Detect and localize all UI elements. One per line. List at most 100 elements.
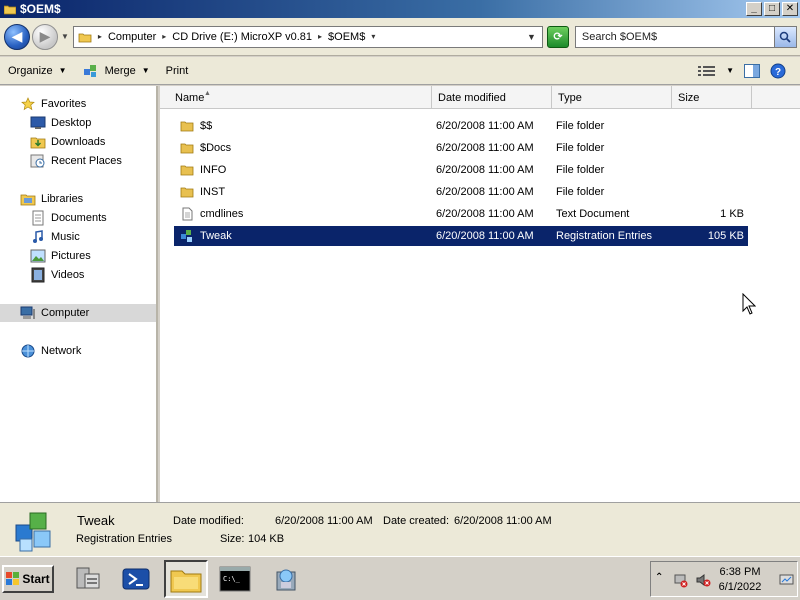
column-spacer — [752, 86, 800, 109]
column-size-label: Size — [678, 91, 700, 104]
nav-label: Libraries — [41, 193, 84, 205]
nav-videos[interactable]: Videos — [0, 266, 156, 284]
search-icon[interactable] — [773, 26, 796, 47]
column-size[interactable]: Size — [672, 86, 752, 109]
close-button[interactable]: ✕ — [782, 2, 798, 16]
file-row-tweak[interactable]: Tweak 6/20/2008 11:00 AM Registration En… — [174, 226, 748, 246]
taskbar: Start C:\_ ⌃ 6:38 PM 6/1/2022 — [0, 556, 800, 600]
file-date: 6/20/2008 11:00 AM — [436, 120, 534, 132]
file-row-info[interactable]: INFO 6/20/2008 11:00 AM File folder — [174, 160, 748, 180]
file-type: File folder — [556, 142, 605, 154]
pictures-icon — [30, 248, 46, 264]
show-hidden-icons-icon[interactable]: ⌃ — [655, 572, 663, 583]
taskbar-server-manager[interactable] — [66, 560, 110, 598]
nav-pictures[interactable]: Pictures — [0, 247, 156, 265]
folder-icon — [180, 165, 194, 176]
column-date-label: Date modified — [438, 91, 506, 104]
network-status-icon[interactable] — [673, 572, 689, 588]
taskbar-command-prompt[interactable]: C:\_ — [213, 560, 257, 598]
nav-label: Music — [51, 231, 80, 243]
file-row-$$[interactable]: $$ 6/20/2008 11:00 AM File folder — [174, 116, 748, 136]
nav-label: Documents — [51, 212, 107, 224]
nav-label: Pictures — [51, 250, 91, 262]
file-name: Tweak — [200, 230, 232, 242]
text-file-icon — [182, 207, 193, 221]
desktop-icon — [30, 115, 46, 131]
minimize-button[interactable]: _ — [746, 2, 762, 16]
help-icon[interactable]: ? — [770, 63, 786, 79]
back-button[interactable]: ◀ — [4, 23, 30, 50]
system-clock[interactable]: 6:38 PM 6/1/2022 — [704, 565, 776, 595]
recent-pages-dropdown-icon[interactable]: ▼ — [61, 32, 69, 41]
file-row-docs[interactable]: $Docs 6/20/2008 11:00 AM File folder — [174, 138, 748, 158]
organize-button[interactable]: Organize ▼ — [0, 57, 75, 84]
server-manager-icon — [76, 567, 100, 589]
breadcrumb-cd-drive[interactable]: CD Drive (E:) MicroXP v0.81 — [172, 31, 312, 43]
file-row-inst[interactable]: INST 6/20/2008 11:00 AM File folder — [174, 182, 748, 202]
details-created-label: Date created: — [383, 515, 450, 527]
breadcrumb-oem[interactable]: $OEM$ — [328, 31, 365, 43]
action-center-icon[interactable] — [779, 572, 795, 588]
views-icon[interactable] — [698, 65, 716, 77]
file-name: INST — [200, 186, 226, 198]
title-bar[interactable]: $OEM$ _ □ ✕ — [0, 0, 800, 18]
nav-label: Downloads — [51, 136, 106, 148]
start-button[interactable]: Start — [2, 565, 54, 593]
views-dropdown-icon[interactable]: ▼ — [726, 66, 734, 75]
search-input[interactable]: Search $OEM$ — [574, 25, 797, 48]
file-date: 6/20/2008 11:00 AM — [436, 208, 534, 220]
nav-recent-places[interactable]: Recent Places — [0, 152, 156, 170]
windows-logo-icon — [6, 572, 20, 585]
file-type: File folder — [556, 164, 605, 176]
taskbar-registry-tool[interactable] — [264, 560, 308, 598]
file-size: 1 KB — [720, 208, 744, 220]
star-icon — [20, 96, 36, 112]
details-modified-value: 6/20/2008 11:00 AM — [275, 515, 373, 527]
navigation-pane: Favorites Desktop Downloads Recent Place… — [0, 86, 158, 502]
breadcrumb-computer[interactable]: Computer — [108, 31, 156, 43]
forward-button[interactable]: ▶ — [32, 23, 58, 50]
file-row-cmdlines[interactable]: cmdlines 6/20/2008 11:00 AM Text Documen… — [174, 204, 748, 224]
documents-icon — [30, 210, 46, 226]
nav-label: Recent Places — [51, 155, 122, 167]
address-dropdown-icon[interactable]: ▼ — [527, 32, 536, 42]
nav-favorites[interactable]: Favorites — [0, 95, 156, 113]
refresh-button[interactable]: ⟳ — [546, 25, 569, 48]
registry-file-icon — [15, 512, 51, 552]
nav-label: Computer — [41, 307, 90, 319]
file-name: $Docs — [200, 142, 232, 154]
chevron-right-icon[interactable]: ▸ — [318, 32, 322, 41]
nav-network[interactable]: Network — [0, 342, 156, 360]
nav-documents[interactable]: Documents — [0, 209, 156, 227]
print-button[interactable]: Print — [158, 57, 197, 84]
chevron-right-icon[interactable]: ▸ — [162, 32, 166, 41]
file-date: 6/20/2008 11:00 AM — [436, 186, 534, 198]
nav-libraries[interactable]: Libraries — [0, 190, 156, 208]
column-date-modified[interactable]: Date modified — [432, 86, 552, 109]
maximize-button[interactable]: □ — [764, 2, 780, 16]
merge-button[interactable]: Merge ▼ — [75, 57, 158, 84]
chevron-down-icon[interactable]: ▾ — [371, 32, 375, 41]
nav-desktop[interactable]: Desktop — [0, 114, 156, 132]
folder-icon — [180, 121, 194, 132]
folder-icon — [170, 570, 202, 593]
chevron-right-icon[interactable]: ▸ — [98, 32, 102, 41]
file-name: INFO — [200, 164, 227, 176]
column-header: Name ▲ Date modified Type Size — [160, 86, 800, 109]
column-name[interactable]: Name ▲ — [160, 86, 432, 109]
address-bar[interactable]: ▸ Computer ▸ CD Drive (E:) MicroXP v0.81… — [72, 25, 543, 48]
nav-downloads[interactable]: Downloads — [0, 133, 156, 151]
window-title: $OEM$ — [20, 2, 61, 16]
nav-music[interactable]: Music — [0, 228, 156, 246]
folder-icon — [180, 143, 194, 154]
taskbar-explorer[interactable] — [164, 560, 208, 598]
details-size-value: 104 KB — [248, 533, 285, 545]
nav-computer[interactable]: Computer — [0, 304, 156, 322]
preview-pane-icon[interactable] — [744, 63, 760, 78]
column-type[interactable]: Type — [552, 86, 672, 109]
sort-ascending-icon: ▲ — [204, 90, 211, 97]
taskbar-powershell[interactable] — [114, 560, 158, 598]
file-date: 6/20/2008 11:00 AM — [436, 230, 534, 242]
chevron-down-icon: ▼ — [141, 66, 150, 75]
recent-places-icon — [30, 153, 46, 169]
